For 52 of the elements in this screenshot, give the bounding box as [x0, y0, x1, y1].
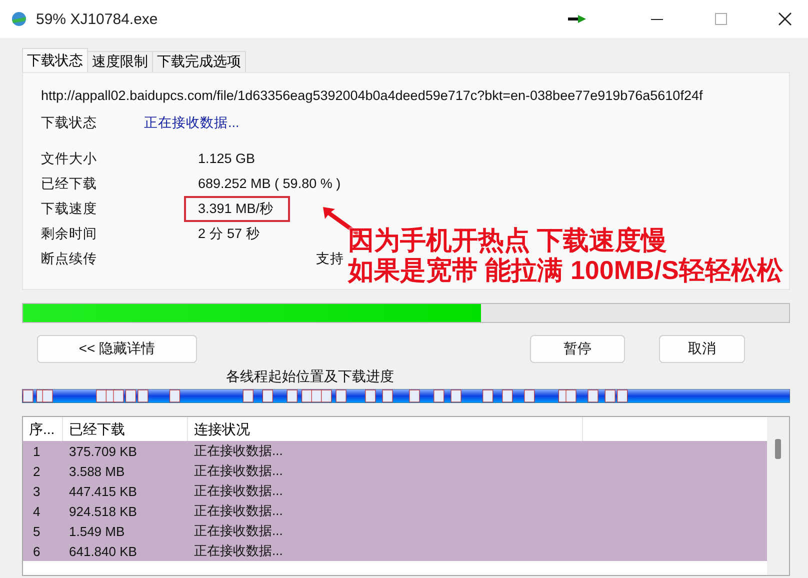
app-icon [10, 10, 28, 28]
field-label: 下载状态 [41, 114, 98, 132]
field-value: 2 分 57 秒 [197, 224, 261, 242]
table-cell-text: 正在接收数据... [193, 482, 284, 500]
close-icon [778, 12, 792, 26]
table-cell-text: 1.549 MB [68, 524, 126, 538]
action-button[interactable]: 取消 [659, 335, 745, 363]
connection-row[interactable]: 1 375.709 KB 正在接收数据... [23, 441, 767, 461]
threads-label: 各线程起始位置及下载进度 [226, 368, 394, 386]
table-cell-text: 375.709 KB [68, 444, 138, 458]
field-value: 3.391 MB/秒 [184, 196, 290, 222]
table-cell-text: 4 [32, 504, 42, 518]
table-cell-text: 正在接收数据... [193, 542, 284, 560]
table-cell-text: 3 [32, 484, 42, 498]
field-label: 断点续传 [41, 250, 98, 268]
table-cell-text: 447.415 KB [68, 484, 138, 498]
maximize-icon [715, 13, 727, 25]
scrollbar[interactable] [767, 417, 789, 575]
field-label: 文件大小 [41, 150, 98, 168]
connection-row[interactable]: 2 3.588 MB 正在接收数据... [23, 461, 767, 481]
scrollbar-thumb[interactable] [775, 439, 781, 459]
table-cell-text: 正在接收数据... [193, 442, 284, 460]
window-title: 59% XJ10784.exe [36, 10, 159, 28]
action-button[interactable]: 暂停 [530, 335, 625, 363]
table-cell-text: 5 [32, 524, 42, 538]
tab[interactable]: 下载状态 [22, 48, 88, 72]
connection-row[interactable]: 3 447.415 KB 正在接收数据... [23, 481, 767, 501]
hide-details-button[interactable]: << 隐藏详情 [37, 335, 197, 363]
field-label: 下载速度 [41, 200, 98, 218]
table-cell-text: 正在接收数据... [193, 522, 284, 540]
connection-row[interactable]: 5 1.549 MB 正在接收数据... [23, 521, 767, 541]
field-value: 689.252 MB ( 59.80 % ) [197, 175, 342, 193]
field-value: 支持 [315, 250, 345, 268]
download-url: http://appall02.baidupcs.com/file/1d63356eag5392004b0a4deed59e717c?bkt=en-038bee77e919b76a5610f24f [41, 88, 704, 103]
status-value: 正在接收数据... [144, 114, 240, 132]
tab[interactable]: 下载完成选项 [152, 51, 246, 72]
table-cell-text: 1 [32, 444, 42, 458]
annotation-text: 如果是宽带 能拉满 100MB/S轻轻松松 [348, 257, 783, 284]
table-cell-text: 正在接收数据... [193, 502, 284, 520]
table-cell-text: 924.518 KB [68, 504, 138, 518]
table-cell-text: 3.588 MB [68, 464, 126, 478]
arrow-icon [568, 15, 586, 23]
table-cell-text: 641.840 KB [68, 544, 138, 558]
field-value: 1.125 GB [197, 150, 256, 168]
table-cell-text: 2 [32, 464, 42, 478]
connection-row[interactable]: 6 641.840 KB 正在接收数据... [23, 541, 767, 561]
table-cell-text: 正在接收数据... [193, 462, 284, 480]
connection-row[interactable]: 4 924.518 KB 正在接收数据... [23, 501, 767, 521]
field-label: 已经下载 [41, 174, 98, 192]
field-label: 剩余时间 [41, 224, 98, 242]
minimize-icon [651, 18, 663, 20]
table-cell-text: 6 [32, 544, 42, 558]
